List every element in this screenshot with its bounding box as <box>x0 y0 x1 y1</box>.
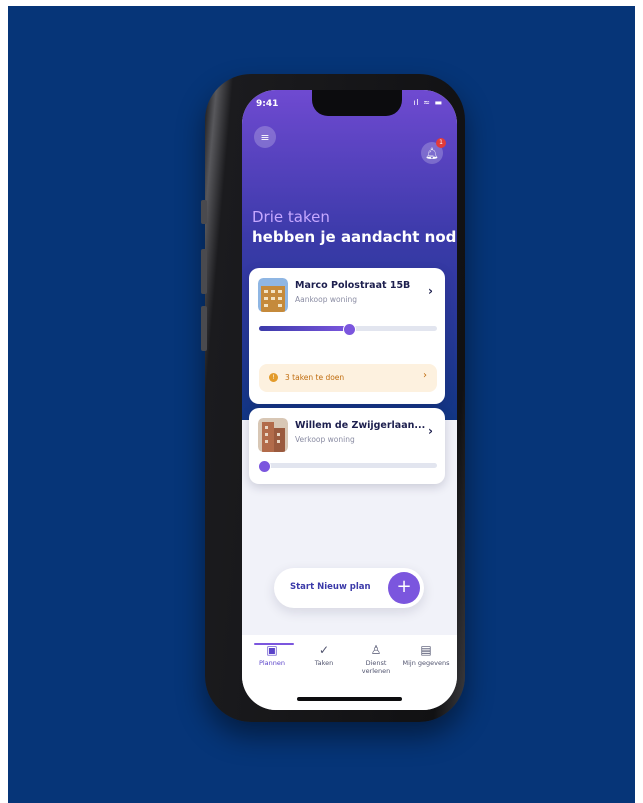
tab-label: Plannen <box>258 659 286 667</box>
tasks-todo-label: 3 taken te doen <box>285 373 345 382</box>
person-icon: ♙ <box>370 643 382 657</box>
tab-dienst-verlenen[interactable]: ♙ Dienst verlenen <box>352 643 400 675</box>
active-tab-indicator <box>254 643 294 645</box>
building-thumbnail <box>258 278 288 312</box>
app-screen: 9:41 ıl ≈ ▬ ≡ 🔔︎ 1 Drie taken hebben je … <box>242 90 457 710</box>
building-thumbnail <box>258 418 288 452</box>
start-new-plan-button[interactable]: Start Nieuw plan + <box>274 568 424 608</box>
plan-title: Willem de Zwijgerlaan... <box>295 420 426 431</box>
headline-line1: Drie taken <box>252 208 330 226</box>
tab-label: Dienst verlenen <box>361 659 391 675</box>
phone-mockup: 9:41 ıl ≈ ▬ ≡ 🔔︎ 1 Drie taken hebben je … <box>201 74 465 722</box>
menu-icon: ≡ <box>260 130 270 144</box>
status-icons: ıl ≈ ▬ <box>413 98 443 107</box>
start-new-plan-label: Start Nieuw plan <box>290 582 371 592</box>
plan-subtitle: Verkoop woning <box>295 435 355 444</box>
plan-card[interactable]: Marco Polostraat 15B Aankoop woning › ! … <box>249 268 445 404</box>
check-icon: ✓ <box>318 643 330 657</box>
plan-subtitle: Aankoop woning <box>295 295 357 304</box>
tab-taken[interactable]: ✓ Taken <box>300 643 348 667</box>
notification-badge: 1 <box>436 138 446 148</box>
silent-switch <box>201 200 207 224</box>
tab-label: Mijn gegevens <box>402 659 450 667</box>
plus-icon[interactable]: + <box>388 572 420 604</box>
plan-progress-bar <box>257 460 437 473</box>
status-time: 9:41 <box>256 99 279 109</box>
tab-plannen[interactable]: ▣ Plannen <box>248 643 296 667</box>
chevron-right-icon: › <box>428 424 433 438</box>
tab-label: Taken <box>314 659 334 667</box>
home-indicator <box>297 697 402 701</box>
tab-mijn-gegevens[interactable]: ▤ Mijn gegevens <box>402 643 450 667</box>
plan-card[interactable]: Willem de Zwijgerlaan... Verkoop woning … <box>249 408 445 484</box>
menu-button[interactable]: ≡ <box>254 126 276 148</box>
chevron-right-icon: › <box>428 284 433 298</box>
volume-up-button <box>201 249 207 294</box>
progress-knob <box>343 323 356 336</box>
notifications-button[interactable]: 🔔︎ 1 <box>421 138 446 164</box>
chevron-right-icon: › <box>423 370 427 381</box>
volume-down-button <box>201 306 207 351</box>
alert-icon: ! <box>269 373 278 382</box>
plan-progress-bar <box>259 323 437 336</box>
plan-title: Marco Polostraat 15B <box>295 280 411 291</box>
headline-line2: hebben je aandacht nodig <box>252 228 457 246</box>
bell-icon: 🔔︎ <box>425 146 439 160</box>
progress-fill <box>259 326 348 331</box>
tasks-todo-button[interactable]: ! 3 taken te doen › <box>259 364 437 392</box>
document-icon: ▣ <box>266 643 278 657</box>
progress-knob <box>257 460 271 473</box>
clipboard-icon: ▤ <box>420 643 432 657</box>
camera-notch <box>312 90 402 116</box>
